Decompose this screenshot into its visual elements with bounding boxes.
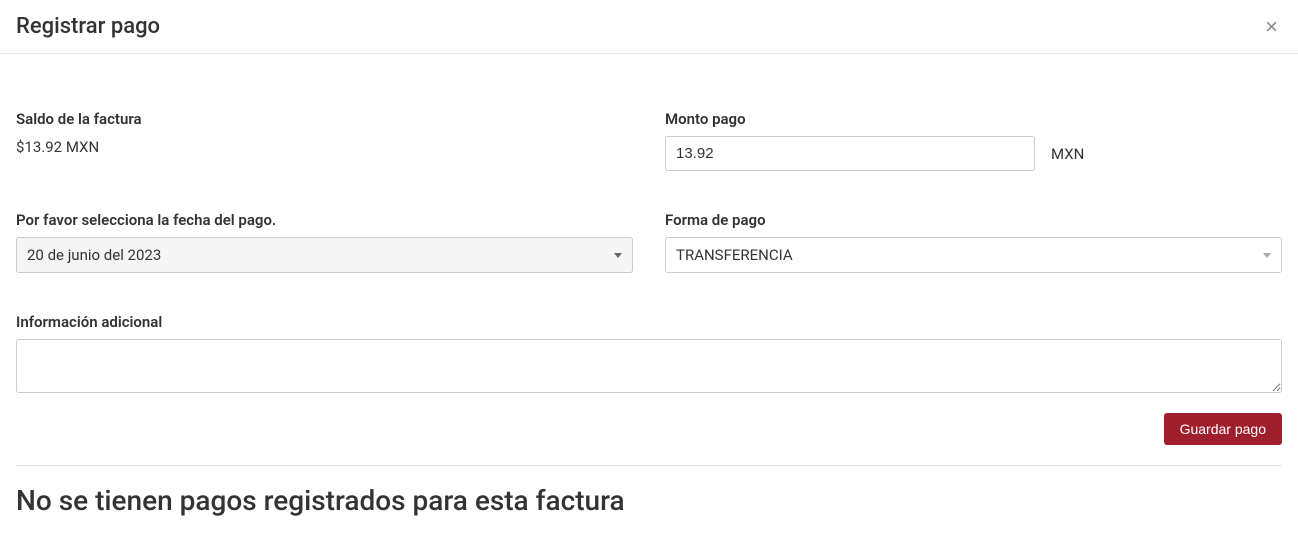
form-row-balance-amount: Saldo de la factura $13.92 MXN Monto pag… (16, 110, 1282, 171)
date-select-value: 20 de junio del 2023 (27, 246, 161, 264)
modal-header: Registrar pago × (0, 0, 1298, 54)
date-select[interactable]: 20 de junio del 2023 (16, 237, 633, 273)
amount-input[interactable] (665, 136, 1035, 171)
no-payments-message: No se tienen pagos registrados para esta… (16, 484, 1282, 517)
additional-label: Información adicional (16, 313, 1282, 331)
method-column: Forma de pago TRANSFERENCIA (665, 211, 1282, 273)
form-row-date-method: Por favor selecciona la fecha del pago. … (16, 211, 1282, 273)
modal-title: Registrar pago (16, 14, 160, 39)
amount-column: Monto pago MXN (665, 110, 1282, 171)
amount-input-wrapper: MXN (665, 136, 1282, 171)
close-icon: × (1265, 14, 1278, 39)
divider (16, 465, 1282, 466)
date-column: Por favor selecciona la fecha del pago. … (16, 211, 633, 273)
caret-down-icon (1263, 253, 1271, 258)
date-label: Por favor selecciona la fecha del pago. (16, 211, 633, 229)
additional-info-textarea[interactable] (16, 339, 1282, 393)
amount-label: Monto pago (665, 110, 1282, 128)
modal-body: Saldo de la factura $13.92 MXN Monto pag… (0, 54, 1298, 533)
close-button[interactable]: × (1261, 16, 1282, 38)
method-select-value: TRANSFERENCIA (676, 246, 793, 264)
payment-method-select[interactable]: TRANSFERENCIA (665, 237, 1282, 273)
caret-down-icon (614, 253, 622, 258)
balance-value: $13.92 MXN (16, 138, 633, 156)
method-label: Forma de pago (665, 211, 1282, 229)
balance-column: Saldo de la factura $13.92 MXN (16, 110, 633, 171)
save-payment-button[interactable]: Guardar pago (1164, 413, 1282, 445)
form-row-additional: Información adicional (16, 313, 1282, 397)
button-row: Guardar pago (16, 413, 1282, 445)
balance-label: Saldo de la factura (16, 110, 633, 128)
amount-currency: MXN (1051, 145, 1084, 163)
